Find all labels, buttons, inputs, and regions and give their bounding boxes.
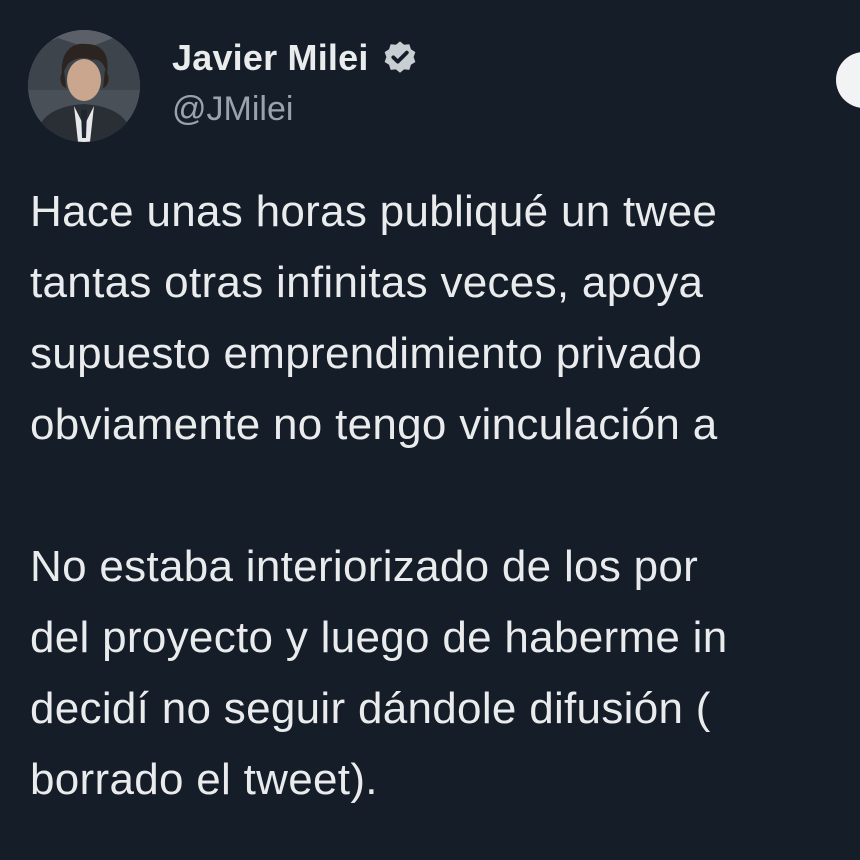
tweet-text-line: decidí no seguir dándole difusión ( (30, 684, 711, 733)
tweet-text-line: Hace unas horas publiqué un twee (30, 187, 718, 236)
tweet-text-line: borrado el tweet). (30, 755, 378, 804)
author-name-row: Javier Milei (172, 34, 419, 82)
author-handle[interactable]: @JMilei (172, 90, 293, 129)
tweet-card: Javier Milei @JMilei Hace unas horas pub… (0, 0, 860, 860)
tweet-text-line: tantas otras infinitas veces, apoya (30, 258, 704, 307)
tweet-text-line: No estaba interiorizado de los por (30, 542, 699, 591)
tweet-body: Hace unas horas publiqué un twee tantas … (30, 176, 860, 815)
tweet-paragraph: No estaba interiorizado de los por del p… (30, 531, 860, 815)
tweet-text-line: obviamente no tengo vinculación a (30, 400, 718, 449)
follow-button[interactable] (836, 52, 860, 108)
tweet-text-line: supuesto emprendimiento privado (30, 329, 703, 378)
tweet-paragraph: Hace unas horas publiqué un twee tantas … (30, 176, 860, 460)
profile-photo (28, 30, 140, 142)
author-display-name[interactable]: Javier Milei (172, 37, 369, 79)
tweet-text-line: del proyecto y luego de haberme in (30, 613, 728, 662)
avatar[interactable] (28, 30, 140, 142)
verified-badge-icon (381, 39, 419, 77)
